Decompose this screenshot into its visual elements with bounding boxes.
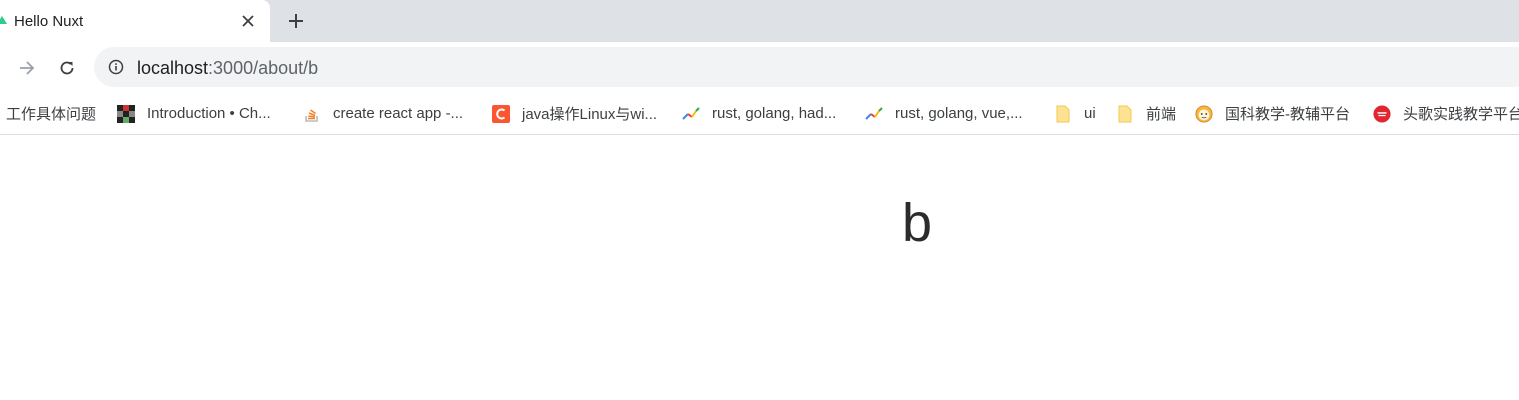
- bookmark-label: rust, golang, vue,...: [895, 105, 1023, 122]
- bookmark-label: ui: [1084, 105, 1096, 122]
- folder-icon: [1116, 105, 1134, 123]
- bookmark-folder-ui[interactable]: ui: [1054, 92, 1096, 134]
- nuxt-icon: [0, 16, 7, 24]
- bookmark-rust-golang-vue[interactable]: rust, golang, vue,...: [865, 92, 1023, 134]
- forward-button[interactable]: [14, 55, 40, 81]
- plus-icon: [289, 14, 303, 28]
- bookmark-create-react-app[interactable]: create react app -...: [303, 92, 464, 134]
- tab-strip: Hello Nuxt: [0, 0, 1519, 42]
- url-text[interactable]: localhost:3000/about/b: [137, 58, 318, 79]
- tab-title: Hello Nuxt: [14, 13, 84, 30]
- trend-icon: [865, 105, 883, 123]
- tab-hello-nuxt[interactable]: Hello Nuxt: [0, 0, 270, 42]
- bookmark-introduction[interactable]: Introduction • Ch...: [117, 92, 271, 134]
- browser-toolbar: localhost:3000/about/b: [0, 42, 1519, 92]
- bookmark-label: 头歌实践教学平台: [1403, 106, 1519, 123]
- trend-icon: [682, 105, 700, 123]
- bookmark-label: rust, golang, had...: [712, 105, 837, 122]
- folder-icon: [1054, 105, 1072, 123]
- new-tab-button[interactable]: [284, 9, 308, 33]
- bookmark-label: 前端: [1146, 106, 1177, 123]
- bookmark-label: 国科教学-教辅平台: [1225, 106, 1350, 123]
- bookmark-label: java操作Linux与wi...: [522, 106, 658, 123]
- page-content: b: [0, 136, 1519, 400]
- close-icon[interactable]: [238, 11, 258, 31]
- toutiao-icon: [1373, 104, 1391, 123]
- mascot-icon: [1195, 104, 1213, 123]
- reload-icon: [60, 61, 74, 75]
- page-text: b: [902, 193, 933, 253]
- bookmark-java-linux[interactable]: java操作Linux与wi...: [492, 92, 658, 134]
- pixel-favicon-icon: [117, 104, 135, 123]
- bookmark-work-issues[interactable]: 工作具体问题: [6, 92, 97, 134]
- url-host: localhost: [137, 58, 209, 78]
- url-path: :3000/about/b: [208, 58, 319, 78]
- info-icon[interactable]: [108, 59, 124, 75]
- bookmark-rust-golang-had[interactable]: rust, golang, had...: [682, 92, 837, 134]
- bookmark-label: Introduction • Ch...: [147, 105, 271, 122]
- bookmark-guoke[interactable]: 国科教学-教辅平台: [1195, 92, 1350, 134]
- bookmark-toutiao[interactable]: 头歌实践教学平台: [1373, 92, 1519, 134]
- stackoverflow-icon: [303, 105, 321, 123]
- bookmarks-bar: 工作具体问题 Introduction • Ch... create react…: [0, 92, 1519, 135]
- bookmark-label: 工作具体问题: [6, 106, 97, 123]
- bookmark-folder-frontend[interactable]: 前端: [1116, 92, 1177, 134]
- address-bar[interactable]: localhost:3000/about/b: [94, 47, 1519, 87]
- arrow-right-icon: [20, 61, 35, 75]
- bookmark-label: create react app -...: [333, 105, 464, 122]
- csdn-icon: [492, 104, 510, 123]
- reload-button[interactable]: [54, 55, 80, 81]
